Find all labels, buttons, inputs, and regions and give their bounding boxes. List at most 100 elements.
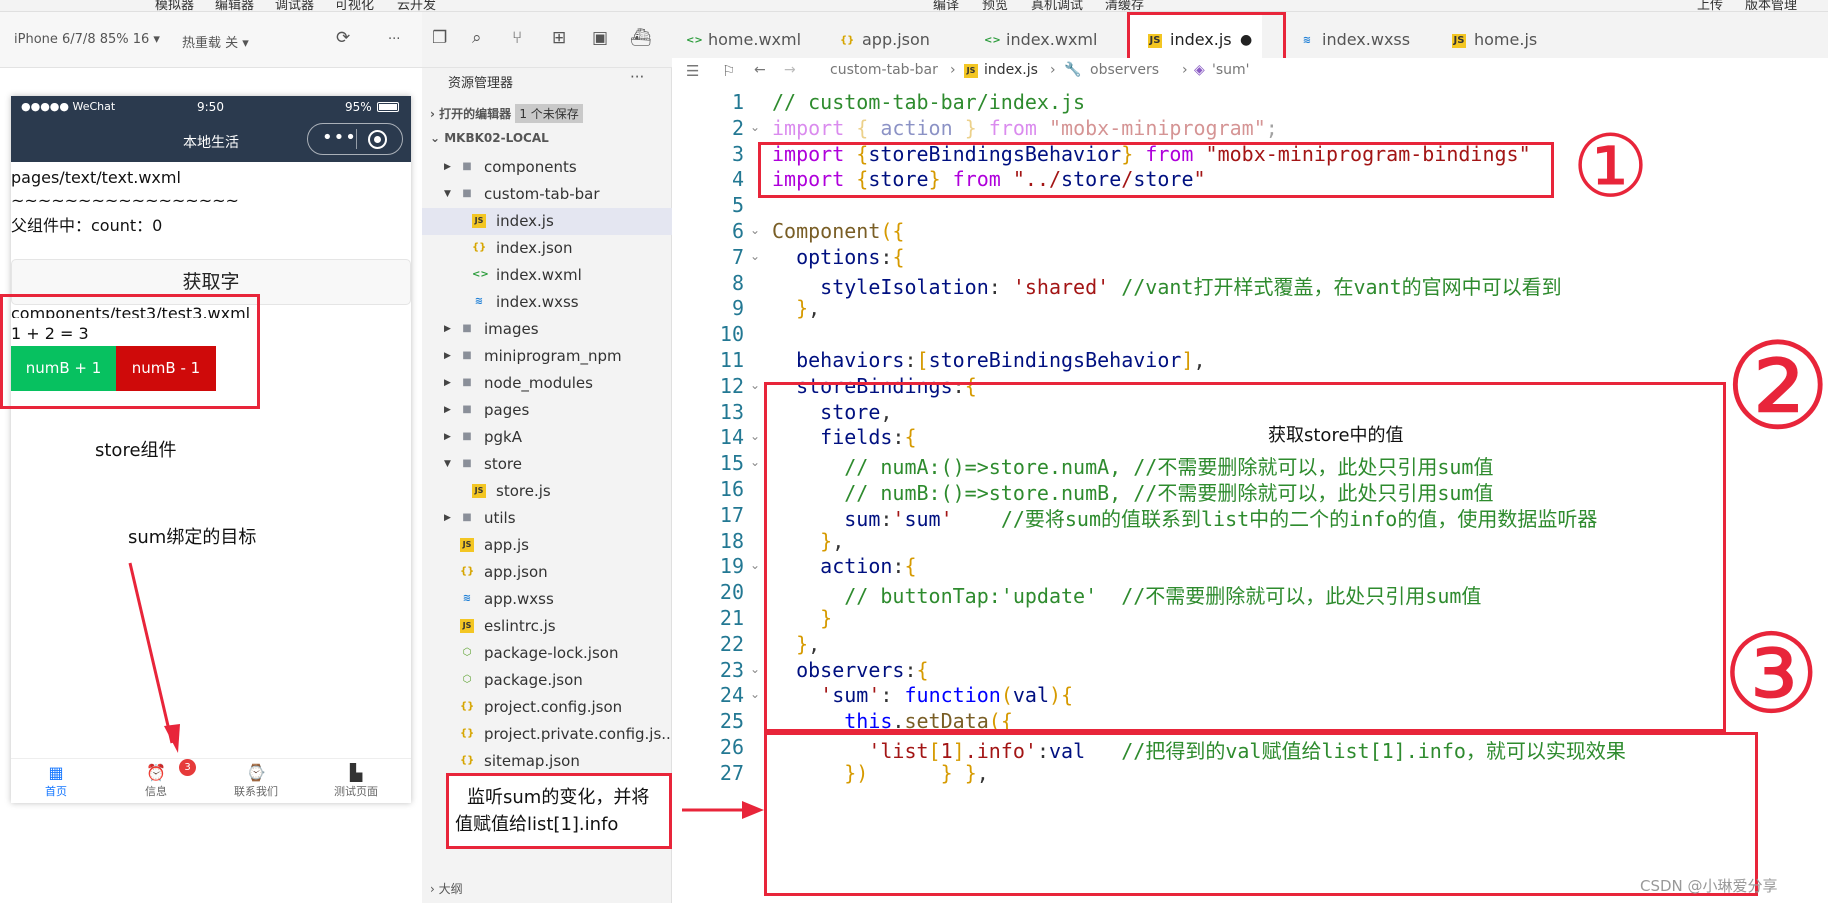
panel-icon[interactable]: ▣ (592, 28, 608, 48)
wxml-icon: <> (686, 34, 703, 46)
extensions-icon[interactable]: ⊞ (552, 28, 566, 48)
back-icon[interactable]: ← (754, 62, 766, 78)
capsule-more-icon[interactable]: ••• (322, 127, 357, 148)
breadcrumb-file[interactable]: index.js (984, 62, 1038, 78)
file-tree-item[interactable]: ▶ ■ utils (422, 505, 672, 532)
csdn-watermark: CSDN @小琳爱分享 (1640, 877, 1778, 895)
menu-preview[interactable]: 预览 (982, 0, 1008, 11)
file-tree-item[interactable]: ≋ app.wxss (422, 586, 672, 613)
refresh-icon[interactable]: ⟳ (336, 28, 350, 48)
file-tree-item[interactable]: ▶ ■ node_modules (422, 370, 672, 397)
tab-home[interactable]: ▦ 首页 (11, 763, 101, 799)
file-tree-item[interactable]: ▼ ■ store (422, 451, 672, 478)
menu-editor[interactable]: 编辑器 (215, 0, 254, 11)
file-tree-item[interactable]: ▶ ■ miniprogram_npm (422, 343, 672, 370)
menu-compile[interactable]: 编译 (933, 0, 959, 11)
device-select[interactable]: iPhone 6/7/8 85% 16 ▾ (14, 32, 160, 47)
folder-icon: ■ (462, 188, 472, 199)
code-editor[interactable]: 1 // custom-tab-bar/index.js 2 ⌄ import { ac… (672, 84, 1828, 903)
code-line[interactable]: // custom-tab-bar/index.js (772, 90, 1085, 114)
file-tree-item[interactable]: ▶ ■ pgkA (422, 424, 672, 451)
capsule-menu[interactable]: ••• (307, 123, 403, 155)
code-line[interactable]: Component({ (772, 219, 904, 243)
file-tree-item[interactable]: ≋ index.wxss (422, 289, 672, 316)
fold-chevron-icon[interactable]: ⌄ (750, 455, 760, 469)
menu-version[interactable]: 版本管理 (1745, 0, 1797, 11)
more-icon[interactable]: ··· (388, 32, 400, 47)
tab-test[interactable]: ▙ 测试页面 (311, 763, 401, 799)
file-tree-item[interactable]: ▼ ■ custom-tab-bar (422, 181, 672, 208)
file-tree-item[interactable]: ▶ ■ pages (422, 397, 672, 424)
file-tree-item[interactable]: <> index.wxml (422, 262, 672, 289)
menu-debugger[interactable]: 调试器 (275, 0, 314, 11)
breadcrumb-key[interactable]: 'sum' (1212, 62, 1250, 78)
file-tree-item[interactable]: {} app.json (422, 559, 672, 586)
code-line[interactable]: options:{ (772, 245, 904, 269)
signal-carrier: ●●●●● WeChat (21, 100, 116, 113)
code-line[interactable]: import { action } from "mobx-miniprogram… (772, 116, 1278, 140)
open-editors-section[interactable]: › 打开的编辑器 1 个未保存 (430, 104, 583, 123)
json-icon: {} (840, 34, 855, 46)
chevron-right-icon[interactable]: ▶ (444, 370, 451, 397)
file-tree-item[interactable]: ▶ ■ images (422, 316, 672, 343)
chevron-down-icon[interactable]: ▼ (444, 181, 451, 208)
chevron-right-icon[interactable]: ▶ (444, 154, 451, 181)
file-tree-item[interactable]: {} sitemap.json (422, 748, 672, 775)
menu-visual[interactable]: 可视化 (335, 0, 374, 11)
fold-chevron-icon[interactable]: ⌄ (750, 120, 760, 134)
menu-device-debug[interactable]: 真机调试 (1031, 0, 1083, 11)
fold-chevron-icon[interactable]: ⌄ (750, 558, 760, 572)
breadcrumb-folder[interactable]: custom-tab-bar (830, 62, 938, 78)
line-number: 27 (719, 760, 744, 785)
file-tree-item[interactable]: {} project.private.config.js... (422, 721, 676, 748)
fold-chevron-icon[interactable]: ⌄ (750, 662, 760, 676)
menu-simulator[interactable]: 模拟器 (155, 0, 194, 11)
wxss-file-icon: ≋ (462, 593, 472, 604)
file-tree-item[interactable]: ⬡ package-lock.json (422, 640, 672, 667)
chevron-right-icon[interactable]: ▶ (444, 505, 451, 532)
code-line[interactable]: }, (772, 296, 820, 320)
fold-chevron-icon[interactable]: ⌄ (750, 687, 760, 701)
chevron-right-icon[interactable]: ▶ (444, 316, 451, 343)
fold-chevron-icon[interactable]: ⌄ (750, 223, 760, 237)
fold-chevron-icon[interactable]: ⌄ (750, 249, 760, 263)
list-icon[interactable]: ☰ (686, 62, 699, 80)
outline-section[interactable]: › 大纲 (430, 880, 463, 897)
chevron-right-icon[interactable]: ▶ (444, 343, 451, 370)
js-file-icon: JS (472, 484, 486, 498)
project-section[interactable]: ⌄ MKBK02-LOCAL (430, 131, 549, 145)
chevron-right-icon[interactable]: ▶ (444, 424, 451, 451)
file-tree-item[interactable]: ▶ ■ components (422, 154, 672, 181)
capsule-close-icon[interactable] (368, 130, 387, 149)
fold-chevron-icon[interactable]: ⌄ (750, 378, 760, 392)
chevron-right-icon[interactable]: ▶ (444, 397, 451, 424)
search-icon[interactable]: ⌕ (472, 28, 482, 48)
file-tree-item[interactable]: JS app.js (422, 532, 672, 559)
listen-note-line2: 值赋值给list[1].info (455, 814, 619, 835)
line-number: 14 (719, 425, 744, 450)
code-line[interactable]: styleIsolation: 'shared' //vant打开样式覆盖，在v… (772, 271, 1561, 300)
menu-clear-cache[interactable]: 清缓存 (1105, 0, 1144, 11)
file-tree-item[interactable]: {} index.json (422, 235, 672, 262)
explorer-more-icon[interactable]: ··· (630, 68, 644, 86)
line-number: 5 (731, 193, 744, 218)
tab-contact[interactable]: ⌚ 联系我们 (211, 763, 301, 799)
source-control-icon[interactable]: ⑂ (512, 28, 522, 48)
breadcrumb-symbol[interactable]: observers (1090, 62, 1159, 78)
bookmark-icon[interactable]: ⚐ (722, 62, 735, 80)
menu-upload[interactable]: 上传 (1697, 0, 1723, 11)
menu-cloud[interactable]: 云开发 (397, 0, 436, 11)
file-tree-item[interactable]: ⬡ package.json (422, 667, 672, 694)
file-tree-item[interactable]: JS eslintrc.js (422, 613, 672, 640)
listen-note-line1: 监听sum的变化，并将 (467, 787, 650, 808)
file-tree-item[interactable]: JS store.js (422, 478, 672, 505)
hotreload-toggle[interactable]: 热重载 关 ▾ (182, 32, 249, 51)
file-tree-item[interactable]: JS index.js (422, 208, 672, 235)
file-tree-item[interactable]: {} project.config.json (422, 694, 672, 721)
chevron-down-icon[interactable]: ▼ (444, 451, 451, 478)
docker-icon[interactable]: ⛴ (630, 28, 652, 48)
forward-icon[interactable]: → (784, 62, 796, 78)
files-icon[interactable]: ❐ (432, 28, 447, 48)
code-line[interactable]: behaviors:[storeBindingsBehavior], (772, 348, 1205, 372)
fold-chevron-icon[interactable]: ⌄ (750, 429, 760, 443)
